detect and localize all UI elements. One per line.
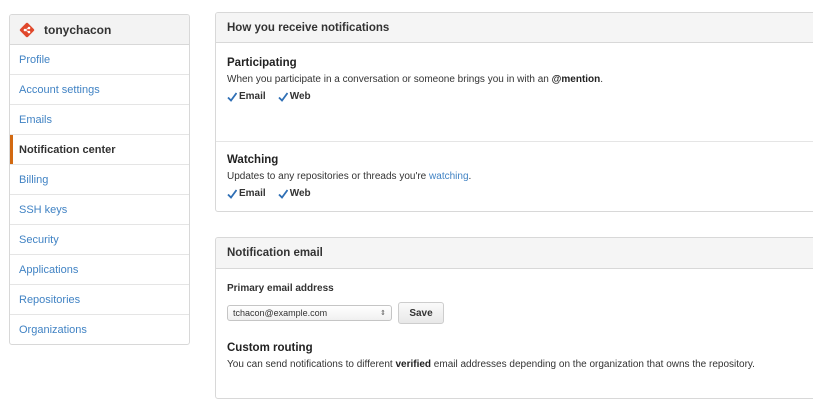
watching-email-checkbox[interactable]: Email	[227, 188, 266, 199]
settings-sidebar: tonychacon Profile Account settings Emai…	[9, 14, 190, 345]
sidebar-item-billing[interactable]: Billing	[10, 165, 189, 195]
sidebar-item-organizations[interactable]: Organizations	[10, 315, 189, 344]
primary-email-section: Primary email address tchacon@example.co…	[216, 269, 813, 324]
sidebar-item-repositories[interactable]: Repositories	[10, 285, 189, 315]
save-button[interactable]: Save	[398, 302, 444, 324]
mention-text: @mention	[551, 74, 601, 85]
checkmark-icon	[278, 91, 288, 102]
sidebar-item-ssh-keys[interactable]: SSH keys	[10, 195, 189, 225]
sidebar-item-emails[interactable]: Emails	[10, 105, 189, 135]
primary-email-label: Primary email address	[227, 283, 334, 294]
git-logo-icon	[19, 22, 35, 37]
custom-routing-description: You can send notifications to different …	[227, 359, 755, 370]
custom-routing-section: Custom routing You can send notification…	[216, 324, 813, 370]
primary-email-select[interactable]: tchacon@example.com ⇕	[227, 305, 392, 321]
verified-text: verified	[395, 359, 432, 370]
checkmark-icon	[227, 91, 237, 102]
notification-email-header: Notification email	[216, 238, 813, 269]
notifications-panel: How you receive notifications Participat…	[215, 12, 813, 212]
username: tonychacon	[44, 22, 112, 37]
sidebar-header: tonychacon	[10, 15, 189, 45]
sidebar-item-account-settings[interactable]: Account settings	[10, 75, 189, 105]
participating-description: When you participate in a conversation o…	[227, 74, 604, 85]
participating-title: Participating	[227, 57, 297, 69]
participating-web-checkbox[interactable]: Web	[278, 91, 311, 102]
notification-email-panel: Notification email Primary email address…	[215, 237, 813, 399]
watching-title: Watching	[227, 154, 279, 166]
selected-email: tchacon@example.com	[233, 308, 328, 318]
sidebar-item-profile[interactable]: Profile	[10, 45, 189, 75]
sidebar-item-security[interactable]: Security	[10, 225, 189, 255]
custom-routing-title: Custom routing	[227, 342, 313, 354]
sidebar-item-applications[interactable]: Applications	[10, 255, 189, 285]
watching-link[interactable]: watching	[429, 171, 468, 182]
checkmark-icon	[278, 188, 288, 199]
checkmark-icon	[227, 188, 237, 199]
notifications-panel-header: How you receive notifications	[216, 13, 813, 43]
participating-section: Participating When you participate in a …	[216, 43, 813, 141]
select-arrows-icon: ⇕	[380, 310, 386, 317]
watching-web-checkbox[interactable]: Web	[278, 188, 311, 199]
watching-section: Watching Updates to any repositories or …	[216, 142, 813, 199]
watching-description: Updates to any repositories or threads y…	[227, 171, 472, 182]
sidebar-item-notification-center[interactable]: Notification center	[10, 135, 189, 165]
participating-email-checkbox[interactable]: Email	[227, 91, 266, 102]
